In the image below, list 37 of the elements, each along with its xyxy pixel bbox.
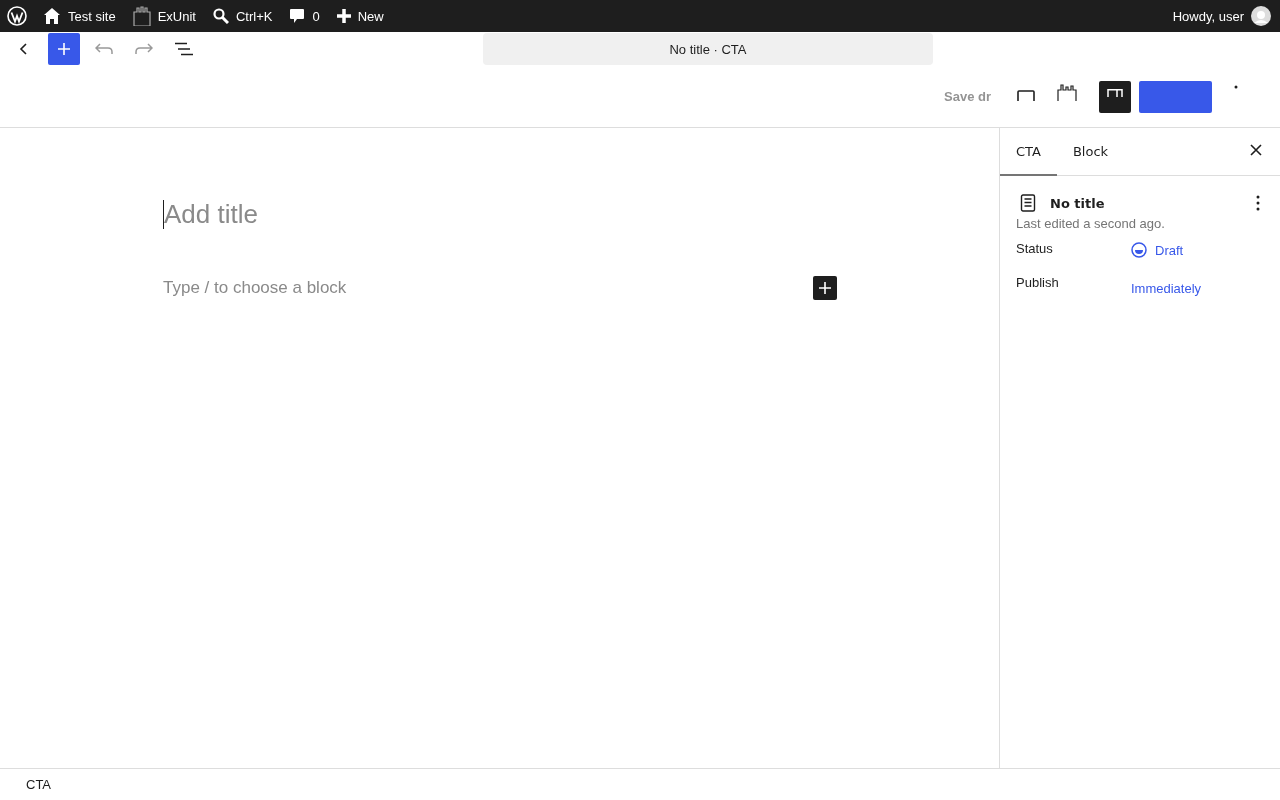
avatar-icon[interactable] xyxy=(1251,6,1271,26)
plus-icon xyxy=(57,42,71,56)
breadcrumb[interactable]: CTA xyxy=(26,777,52,792)
admin-bar-link[interactable]: ExUnit xyxy=(132,6,196,26)
add-block-button[interactable] xyxy=(813,276,837,300)
post-title: No title xyxy=(1050,195,1105,211)
document-title-bar[interactable]: No title · CTA xyxy=(483,33,933,65)
admin-bar-link[interactable]: 0 xyxy=(289,8,320,24)
document-icon xyxy=(1020,194,1036,212)
status-icon xyxy=(1131,242,1147,258)
sidebar-tab[interactable]: CTA xyxy=(1000,128,1057,176)
comment-icon xyxy=(289,8,306,24)
status-link[interactable]: Draft xyxy=(1131,241,1184,259)
admin-bar-link[interactable]: Test site xyxy=(43,7,116,25)
last-edited-text: Last edited a second ago. xyxy=(1016,216,1166,231)
publish-date-link[interactable]: Immediately xyxy=(1131,279,1202,297)
building-icon xyxy=(132,6,151,26)
home-icon xyxy=(43,7,61,25)
account-link[interactable]: Howdy, user xyxy=(1172,8,1244,24)
search-icon xyxy=(213,8,229,24)
settings-toggle-button[interactable] xyxy=(1099,81,1131,113)
sidebar-icon xyxy=(1107,89,1123,97)
close-icon xyxy=(1250,144,1262,156)
chevron-left-icon xyxy=(19,42,29,56)
block-placeholder[interactable]: Type / to choose a block xyxy=(163,278,347,298)
undo-icon xyxy=(95,43,113,55)
admin-bar-link[interactable]: New xyxy=(336,8,384,24)
redo-icon xyxy=(135,43,153,55)
list-view-icon xyxy=(175,42,193,56)
plus-icon xyxy=(819,282,831,294)
plus-icon xyxy=(336,9,351,23)
field-label: Publish xyxy=(1016,275,1060,292)
logo-icon[interactable] xyxy=(7,6,27,26)
building-icon[interactable] xyxy=(1057,81,1077,101)
admin-bar-link[interactable]: Ctrl+K xyxy=(213,8,273,24)
sidebar-tab[interactable]: Block xyxy=(1056,128,1125,176)
field-label: Status xyxy=(1016,241,1054,258)
